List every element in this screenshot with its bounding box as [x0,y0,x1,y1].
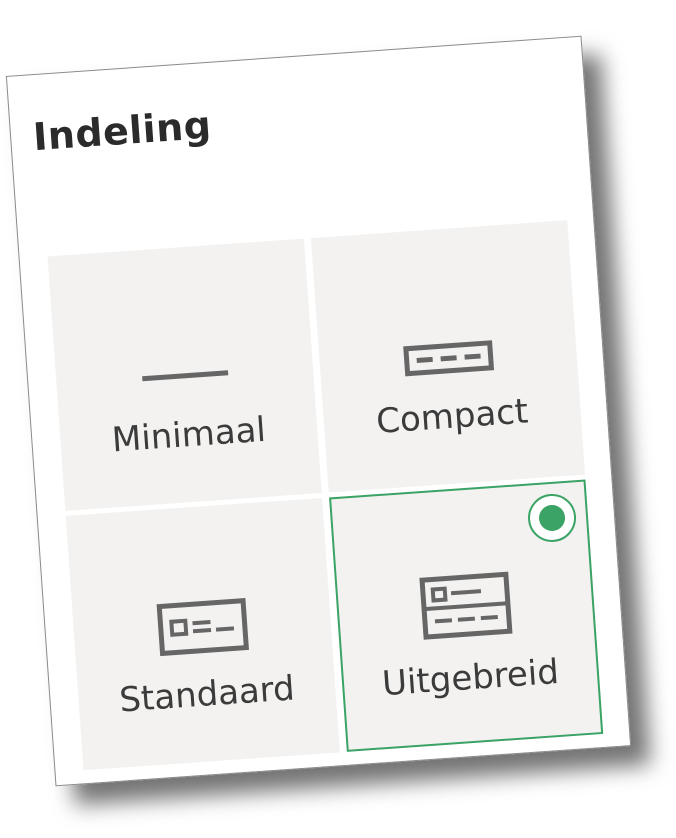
layout-option-minimaal[interactable]: Minimaal [47,238,322,511]
panel-title: Indeling [31,102,213,160]
selected-indicator-icon [526,492,578,544]
compact-layout-icon [402,340,494,377]
extended-layout-icon [418,571,512,640]
minimal-layout-icon [141,370,228,382]
screenshot-stage: Indeling Minimaal Compact Standaard Uitg… [0,0,676,838]
layout-option-label: Compact [374,391,530,442]
standard-layout-icon [156,598,249,657]
layout-options-grid: Minimaal Compact Standaard Uitgebreid [47,220,604,771]
layout-option-label: Uitgebreid [380,651,561,705]
layout-option-label: Minimaal [110,409,268,461]
layout-option-compact[interactable]: Compact [310,220,586,493]
layout-panel: Indeling Minimaal Compact Standaard Uitg… [5,35,632,787]
layout-option-standaard[interactable]: Standaard [65,497,340,771]
selected-dot [538,504,566,532]
layout-option-uitgebreid[interactable]: Uitgebreid [329,479,604,752]
layout-option-label: Standaard [118,668,296,721]
